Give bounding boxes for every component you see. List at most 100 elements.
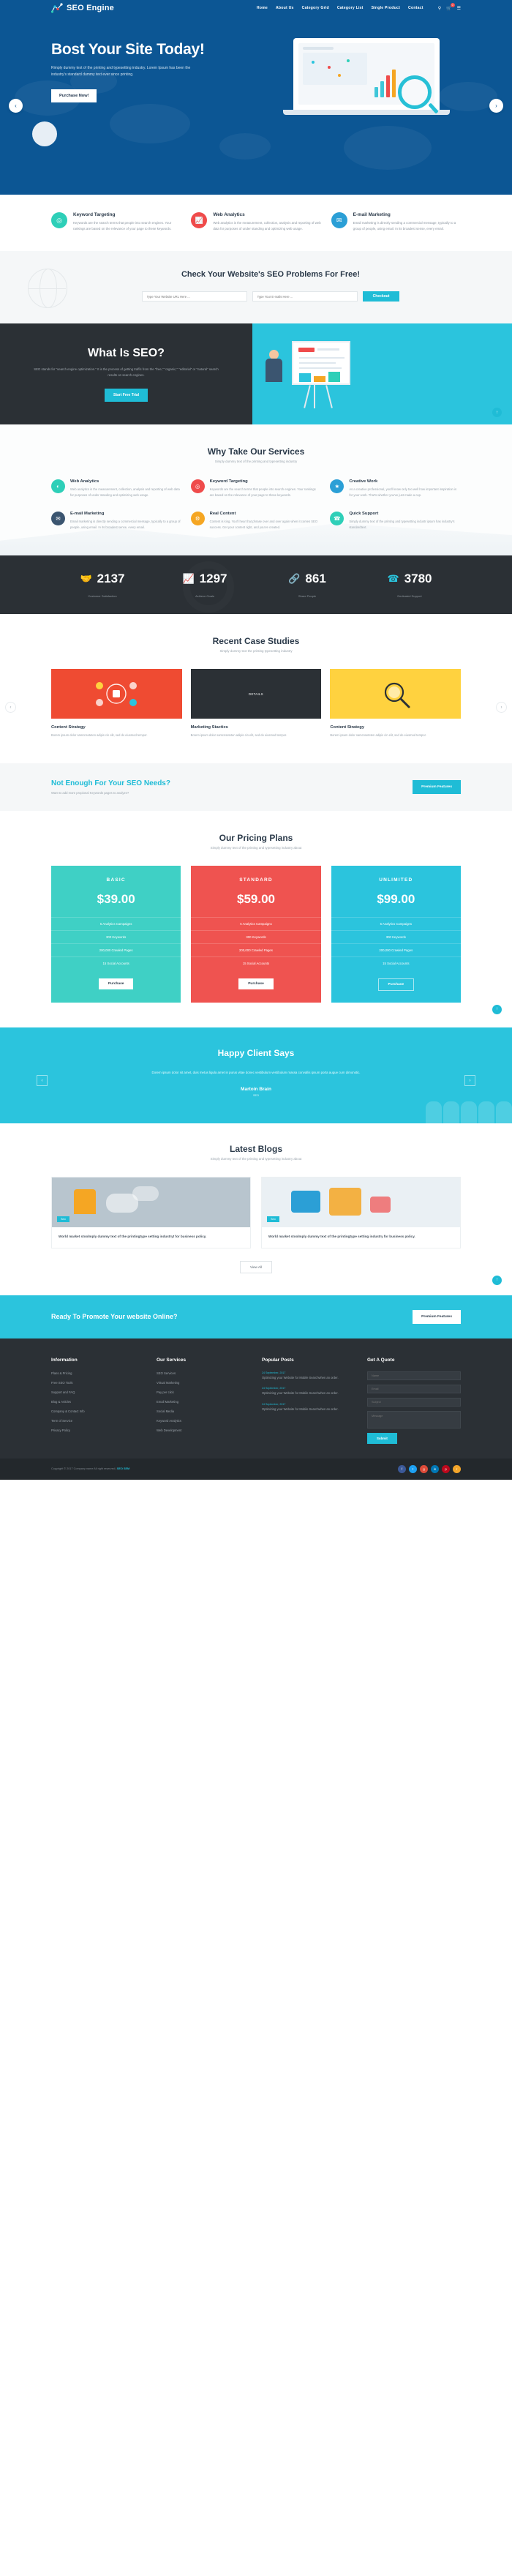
section-title: Why Take Our Services bbox=[207, 446, 305, 457]
scroll-to-top-button[interactable]: ↑ bbox=[492, 1004, 502, 1014]
quote-subject-input[interactable] bbox=[367, 1397, 461, 1407]
testimonial-author: Martoin Brain bbox=[241, 1086, 271, 1092]
stat-label: Share People bbox=[298, 594, 317, 599]
start-free-trial-button[interactable]: Start Free Trial bbox=[104, 388, 148, 402]
hero-section: Bost Your Site Today! Rimply dummy text … bbox=[0, 16, 512, 195]
nav-item-contact[interactable]: Contact bbox=[408, 6, 423, 10]
nav-item-home[interactable]: Home bbox=[257, 6, 268, 10]
hero-next-button[interactable]: › bbox=[489, 99, 503, 113]
site-footer: Information Plans & Pricing Free SEO Too… bbox=[0, 1338, 512, 1459]
website-url-input[interactable] bbox=[141, 291, 247, 302]
brand-name: SEO Engine bbox=[67, 4, 114, 12]
purchase-now-button[interactable]: Purchase Now! bbox=[51, 89, 97, 102]
service-title: Keyword Targeting bbox=[209, 479, 248, 484]
footer-link[interactable]: Keyword Analytics bbox=[157, 1419, 250, 1423]
what-is-seo-illustration bbox=[252, 323, 512, 425]
blog-image: Seo bbox=[262, 1177, 460, 1227]
testimonial-quote: Dorem ipsum dolor sit amet, duis metus l… bbox=[151, 1070, 361, 1074]
testimonial-next-button[interactable]: › bbox=[464, 1075, 475, 1087]
promo-premium-features-button[interactable]: Premium Features bbox=[413, 1309, 461, 1324]
brand-logo-link[interactable]: SEO Engine bbox=[50, 3, 114, 13]
pricing-section: Our Pricing Plans Simply dummy text of t… bbox=[0, 810, 512, 1027]
case-study-text: Borem ipsum dolor samcnseteten adipis ci… bbox=[330, 733, 426, 738]
footer-link[interactable]: Web Development bbox=[157, 1429, 250, 1432]
footer-link[interactable]: SEO Services bbox=[157, 1371, 250, 1375]
plan-feature: 15 Social Accounts bbox=[191, 956, 321, 970]
document-icon: ⚙ bbox=[190, 512, 205, 526]
footer-link[interactable]: Term of Service bbox=[51, 1419, 145, 1423]
plan-price: $99.00 bbox=[377, 891, 415, 906]
search-icon[interactable]: ⚲ bbox=[438, 6, 441, 11]
quote-email-input[interactable] bbox=[367, 1384, 461, 1393]
twitter-icon[interactable]: t bbox=[409, 1464, 417, 1473]
footer-link[interactable]: Privacy Policy bbox=[51, 1429, 145, 1432]
details-badge[interactable]: DETAILS bbox=[244, 689, 268, 698]
service-card: ☎ Quick Support Simply dummy text of the… bbox=[330, 512, 459, 531]
footer-link[interactable]: Pay per click bbox=[157, 1390, 250, 1394]
premium-features-button[interactable]: Premium Features bbox=[413, 779, 461, 794]
popular-post-item[interactable]: 24 September, 2017 Optimizing your Websi… bbox=[262, 1403, 355, 1412]
email-input[interactable] bbox=[252, 291, 358, 302]
footer-link[interactable]: Social Media bbox=[157, 1409, 250, 1413]
footer-link[interactable]: Company & Contact Info bbox=[51, 1409, 145, 1413]
quote-message-textarea[interactable] bbox=[367, 1410, 461, 1429]
cart-icon[interactable]: 🛒 0 bbox=[446, 2, 455, 11]
footer-column-popular-posts: Popular Posts 24 September, 2017 Optimiz… bbox=[262, 1358, 355, 1444]
facebook-icon[interactable]: f bbox=[398, 1464, 406, 1473]
service-text: As a creative professional, you'll know … bbox=[349, 487, 457, 498]
plan-purchase-button[interactable]: Purchase bbox=[377, 978, 415, 991]
linkedin-icon[interactable]: in bbox=[431, 1464, 439, 1473]
nav-item-category-grid[interactable]: Category Grid bbox=[302, 6, 329, 10]
rss-icon[interactable]: r bbox=[453, 1464, 461, 1473]
testimonial-title: Happy Client Says bbox=[217, 1047, 295, 1058]
post-title: Optimizing your Website for Mobile Searc… bbox=[262, 1391, 339, 1396]
nav-item-single-product[interactable]: Single Product bbox=[372, 6, 400, 10]
nav-item-category-list[interactable]: Category List bbox=[337, 6, 364, 10]
case-next-button[interactable]: › bbox=[496, 702, 507, 714]
feature-cards-section: ◎ Keyword Targeting Keywords are the sea… bbox=[0, 195, 512, 252]
footer-link[interactable]: Virtual Marketing bbox=[157, 1381, 250, 1385]
quote-submit-button[interactable]: Submit bbox=[367, 1432, 397, 1444]
pinterest-icon[interactable]: p bbox=[442, 1464, 450, 1473]
checkout-button[interactable]: Checkout bbox=[362, 291, 400, 302]
scroll-to-top-button[interactable]: ↑ bbox=[492, 1275, 502, 1285]
hamburger-menu-icon[interactable]: ☰ bbox=[457, 6, 461, 11]
lightbulb-icon: ★ bbox=[330, 479, 345, 494]
service-text: Web analytics is the measurement, collec… bbox=[70, 487, 180, 498]
case-study-card[interactable]: DETAILS Marketing Stactics Borem ipsum d… bbox=[190, 669, 322, 738]
feature-title: Web Analytics bbox=[213, 212, 245, 217]
case-prev-button[interactable]: ‹ bbox=[5, 702, 16, 714]
plan-feature: 5 Analytics Campaigns bbox=[191, 916, 321, 930]
case-study-card[interactable]: Content Strategy Borem ipsum dolor samcn… bbox=[330, 669, 462, 738]
footer-link[interactable]: Blog & Articles bbox=[51, 1400, 145, 1404]
blog-card[interactable]: Seo World market stoolmply dummy text of… bbox=[261, 1176, 461, 1248]
copyright-text: Copyright © 2017 Company name All right … bbox=[51, 1467, 130, 1471]
section-title: Our Pricing Plans bbox=[219, 832, 293, 843]
google-plus-icon[interactable]: g bbox=[420, 1464, 428, 1473]
footer-link[interactable]: Plans & Pricing bbox=[51, 1371, 145, 1375]
footer-bottom-bar: Copyright © 2017 Company name All right … bbox=[0, 1458, 512, 1480]
footer-link[interactable]: Email Marketing bbox=[157, 1400, 250, 1404]
what-is-seo-section: What Is SEO? SEO stands for "search engi… bbox=[0, 323, 512, 425]
view-all-button[interactable]: View All bbox=[239, 1260, 272, 1273]
feature-text: Keywords are the search terms that peopl… bbox=[73, 221, 172, 231]
case-study-card[interactable]: Content Strategy Borem ipsum dolor samcn… bbox=[51, 669, 182, 738]
plan-purchase-button[interactable]: Purchase bbox=[98, 978, 134, 989]
target-icon: ◎ bbox=[51, 212, 67, 228]
testimonial-prev-button[interactable]: ‹ bbox=[37, 1075, 48, 1087]
nav-item-about-us[interactable]: About Us bbox=[276, 6, 294, 10]
hero-illustration bbox=[283, 38, 465, 115]
plan-price: $39.00 bbox=[97, 891, 135, 906]
stat-item: 🤝 2137 Customer Satisfaction bbox=[51, 572, 154, 598]
hero-prev-button[interactable]: ‹ bbox=[9, 99, 23, 113]
footer-link[interactable]: Support and FAQ bbox=[51, 1390, 145, 1394]
blog-card[interactable]: Seo World market stoolmply dummy text of… bbox=[51, 1176, 251, 1248]
quote-name-input[interactable] bbox=[367, 1371, 461, 1380]
footer-link[interactable]: Free SEO Tools bbox=[51, 1381, 145, 1385]
popular-post-item[interactable]: 24 September, 2017 Optimizing your Websi… bbox=[262, 1387, 355, 1396]
section-subtitle: Simply dummy text of the printing and ty… bbox=[214, 460, 298, 464]
plan-purchase-button[interactable]: Purchase bbox=[238, 978, 274, 989]
pricing-plan-basic: BASIC $39.00 5 Analytics Campaigns 300 K… bbox=[51, 865, 181, 1003]
post-title: Optimizing your Website for Mobile Searc… bbox=[262, 1407, 339, 1411]
popular-post-item[interactable]: 24 September, 2017 Optimizing your Websi… bbox=[262, 1371, 355, 1381]
